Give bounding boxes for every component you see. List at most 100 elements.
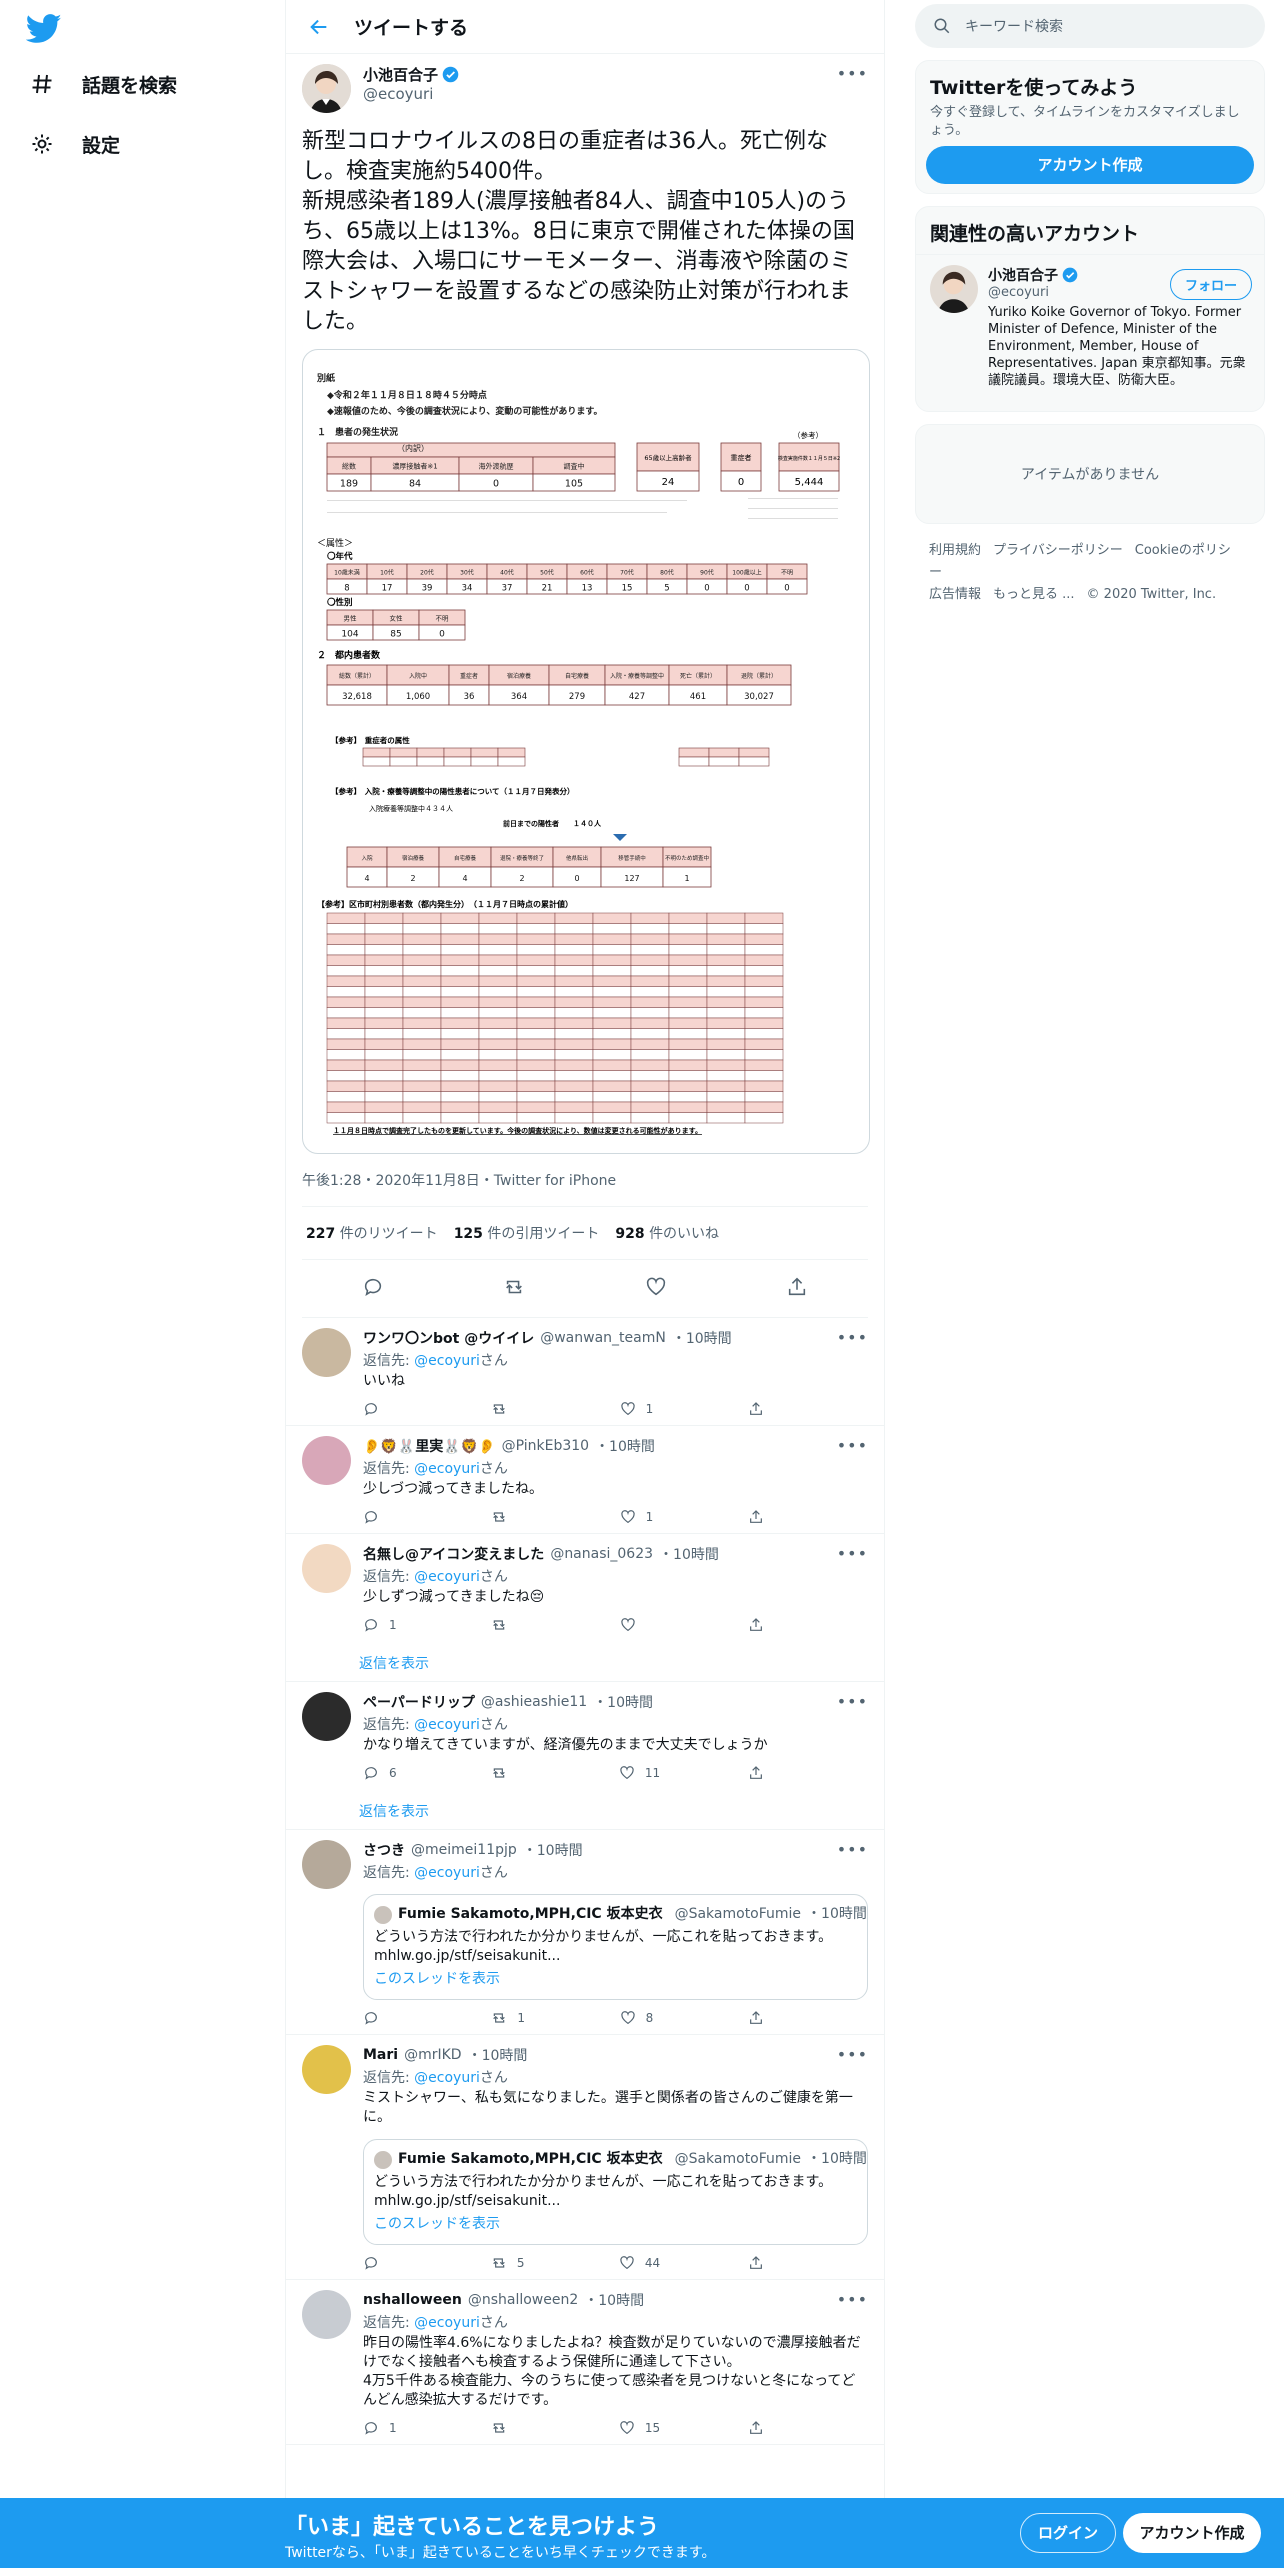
follow-button[interactable]: フォロー [1169, 269, 1252, 300]
share-button[interactable] [748, 1509, 788, 1525]
show-replies-link[interactable]: 返信を表示 [286, 1789, 884, 1830]
retweet-button[interactable]: 5 [491, 2255, 531, 2271]
reply-handle[interactable]: @mrIKD [404, 2047, 461, 2063]
reply-time[interactable]: ・10時間 [659, 1544, 719, 1564]
share-icon[interactable] [786, 1276, 808, 1302]
search-input[interactable]: キーワード検索 [965, 16, 1063, 36]
like-icon[interactable] [645, 1276, 667, 1302]
reply-time[interactable]: ・10時間 [584, 2290, 644, 2310]
more-options-icon[interactable]: ••• [837, 2290, 868, 2309]
search-box[interactable]: キーワード検索 [915, 4, 1265, 48]
footer-terms[interactable]: 利用規約 [929, 543, 981, 558]
retweet-icon[interactable] [503, 1276, 525, 1302]
retweet-button[interactable] [491, 1401, 531, 1417]
share-button[interactable] [748, 2255, 788, 2271]
more-options-icon[interactable]: ••• [837, 1692, 868, 1711]
related-name[interactable]: 小池百合子 [988, 265, 1058, 285]
avatar[interactable] [302, 1328, 351, 1377]
reply-button[interactable]: 1 [363, 1617, 403, 1633]
reply-to-handle[interactable]: @ecoyuri [414, 2070, 480, 2086]
twitter-logo-icon[interactable] [26, 14, 62, 44]
like-button[interactable]: 11 [619, 1765, 660, 1781]
reply-time[interactable]: ・10時間 [523, 1840, 583, 1860]
reply-to-handle[interactable]: @ecoyuri [414, 1569, 480, 1585]
like-button[interactable]: 1 [620, 1509, 660, 1525]
footer-more[interactable]: もっと見る ... [993, 587, 1075, 602]
tweet-timestamp[interactable]: 午後1:28・2020年11月8日・Twitter for iPhone [302, 1170, 868, 1207]
signup-button[interactable]: アカウント作成 [1123, 2513, 1261, 2553]
like-button[interactable]: 15 [619, 2420, 660, 2436]
like-button[interactable] [620, 1617, 660, 1633]
reply-handle[interactable]: @wanwan_teamN [540, 1330, 666, 1346]
reply-time[interactable]: ・10時間 [672, 1328, 732, 1348]
reply-handle[interactable]: @PinkEb310 [502, 1438, 589, 1454]
retweet-stat[interactable]: 227 件のリツイート [306, 1223, 438, 1243]
more-options-icon[interactable]: ••• [837, 1436, 868, 1455]
reply-tweet[interactable]: Mari @mrIKD ・10時間 ••• 返信先: @ecoyuriさん ミストシ… [286, 2035, 884, 2280]
retweet-button[interactable] [491, 1509, 531, 1525]
reply-author[interactable]: nshalloween [363, 2292, 462, 2308]
share-button[interactable] [748, 1765, 788, 1781]
avatar[interactable] [302, 1840, 351, 1889]
retweet-button[interactable] [491, 2420, 531, 2436]
related-account[interactable]: 小池百合子 @ecoyuri フォロー Yuriko Koike Governo… [916, 255, 1264, 389]
more-options-icon[interactable]: ••• [837, 1544, 868, 1563]
reply-button[interactable]: 1 [363, 2420, 403, 2436]
reply-icon[interactable] [362, 1276, 384, 1302]
footer-privacy[interactable]: プライバシーポリシー [993, 543, 1123, 558]
reply-author[interactable]: 👂🦁🐰里実🐰🦁👂 [363, 1436, 496, 1456]
like-stat[interactable]: 928 件のいいね [615, 1223, 719, 1243]
author-handle[interactable]: @ecoyuri [363, 85, 459, 103]
quoted-tweet[interactable]: Fumie Sakamoto,MPH,CIC 坂本史衣 @SakamotoFum… [363, 2139, 868, 2245]
reply-button[interactable] [363, 1509, 403, 1525]
avatar[interactable] [302, 2045, 351, 2094]
reply-time[interactable]: ・10時間 [593, 1692, 653, 1712]
reply-button[interactable] [363, 1401, 403, 1417]
reply-handle[interactable]: @ashieashie11 [481, 1694, 587, 1710]
reply-to-handle[interactable]: @ecoyuri [414, 1353, 480, 1369]
reply-handle[interactable]: @nshalloween2 [468, 2292, 578, 2308]
more-options-icon[interactable]: ••• [837, 2045, 868, 2064]
reply-tweet[interactable]: 名無し@アイコン変えました @nanasi_0623 ・10時間 ••• 返信先: … [286, 1534, 884, 1641]
quote-stat[interactable]: 125 件の引用ツイート [454, 1223, 600, 1243]
reply-to-handle[interactable]: @ecoyuri [414, 1717, 480, 1733]
avatar[interactable] [302, 1436, 351, 1485]
nav-explore[interactable]: 話題を検索 [28, 70, 177, 98]
reply-button[interactable] [363, 2010, 403, 2026]
reply-tweet[interactable]: ペーパードリップ @ashieashie11 ・10時間 ••• 返信先: @eco… [286, 1682, 884, 1789]
share-button[interactable] [748, 1401, 788, 1417]
reply-tweet[interactable]: ワンワ〇ンbot @ウイイレ @wanwan_teamN ・10時間 ••• 返信先… [286, 1318, 884, 1426]
retweet-button[interactable] [491, 1617, 531, 1633]
reply-handle[interactable]: @meimei11pjp [411, 1842, 517, 1858]
more-options-icon[interactable]: ••• [837, 1328, 868, 1347]
retweet-button[interactable]: 1 [491, 2010, 531, 2026]
show-thread-link[interactable]: このスレッドを表示 [374, 2215, 857, 2234]
share-button[interactable] [748, 2420, 788, 2436]
reply-tweet[interactable]: nshalloween @nshalloween2 ・10時間 ••• 返信先: @… [286, 2280, 884, 2445]
reply-time[interactable]: ・10時間 [595, 1436, 655, 1456]
nav-settings[interactable]: 設定 [28, 130, 120, 158]
more-options-icon[interactable]: ••• [837, 1840, 868, 1859]
share-button[interactable] [748, 2010, 788, 2026]
reply-to-handle[interactable]: @ecoyuri [414, 2315, 480, 2331]
reply-author[interactable]: Mari [363, 2047, 398, 2063]
reply-button[interactable] [363, 2255, 403, 2271]
avatar[interactable] [302, 1544, 351, 1593]
login-button[interactable]: ログイン [1020, 2513, 1116, 2553]
avatar[interactable] [302, 2290, 351, 2339]
reply-handle[interactable]: @nanasi_0623 [550, 1546, 653, 1562]
reply-time[interactable]: ・10時間 [468, 2045, 528, 2065]
more-options-icon[interactable]: ••• [837, 64, 868, 83]
avatar[interactable] [302, 64, 351, 113]
create-account-button[interactable]: アカウント作成 [926, 146, 1254, 184]
author-name[interactable]: 小池百合子 [363, 64, 438, 85]
tweet-attached-image[interactable]: 別紙 ◆令和２年１１月８日１８時４５分時点 ◆速報値のため、今後の調査状況により… [302, 349, 870, 1154]
reply-button[interactable]: 6 [363, 1765, 403, 1781]
reply-author[interactable]: ワンワ〇ンbot @ウイイレ [363, 1328, 534, 1348]
reply-to-handle[interactable]: @ecoyuri [414, 1461, 480, 1477]
like-button[interactable]: 1 [620, 1401, 660, 1417]
show-thread-link[interactable]: このスレッドを表示 [374, 1970, 857, 1989]
reply-author[interactable]: ペーパードリップ [363, 1692, 475, 1712]
related-avatar[interactable] [930, 265, 978, 313]
avatar[interactable] [302, 1692, 351, 1741]
